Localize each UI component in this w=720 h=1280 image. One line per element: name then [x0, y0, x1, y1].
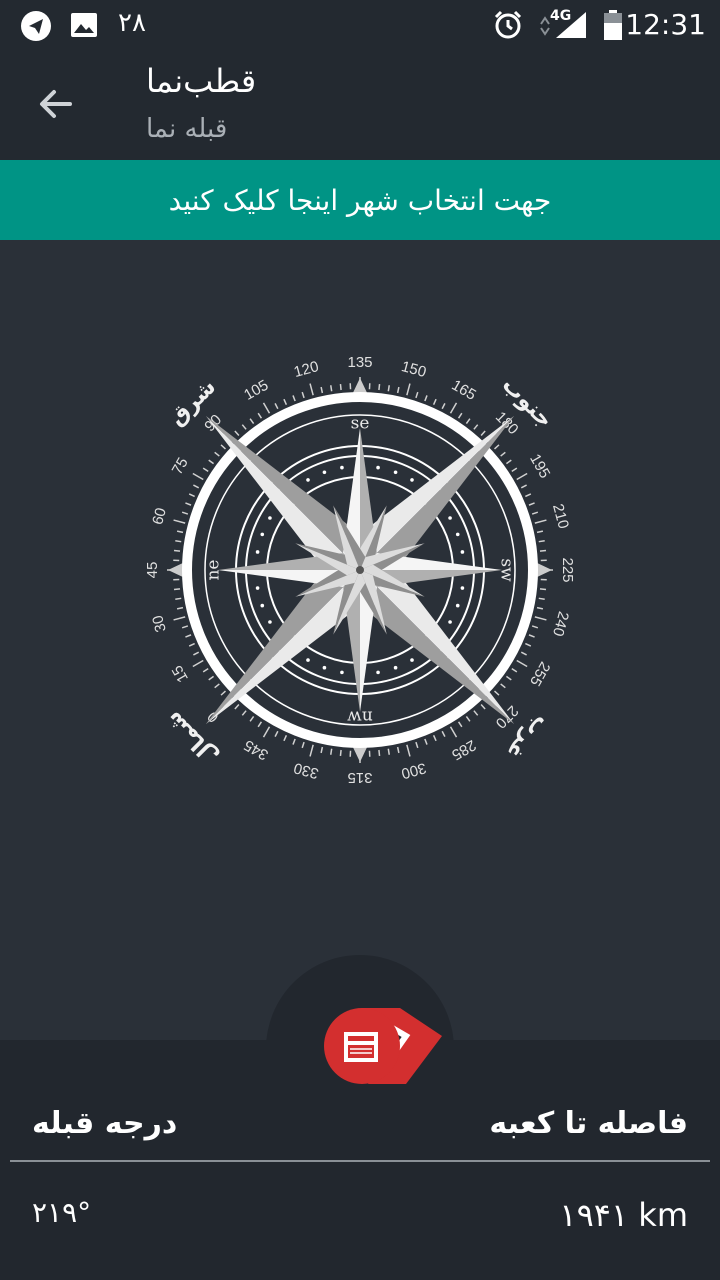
- gallery-icon: [71, 13, 97, 37]
- back-arrow-icon[interactable]: [36, 84, 76, 124]
- status-bar: ۲۸ 4G 12:31: [0, 0, 720, 50]
- banner-text: جهت انتخاب شهر اینجا کلیک کنید: [168, 183, 552, 217]
- alarm-icon: [494, 10, 522, 39]
- cardinal-label: nw: [347, 707, 373, 727]
- page-subtitle: قبله نما: [146, 114, 228, 144]
- degree-label: 300: [399, 759, 428, 782]
- cardinal-label: ne: [204, 559, 224, 580]
- degree-label: 285: [449, 736, 479, 763]
- signal-icon: [540, 12, 586, 38]
- distance-value: ۱۹۴۱ km: [559, 1196, 688, 1234]
- degree-label: 105: [241, 377, 271, 404]
- degree-label: 255: [526, 659, 553, 689]
- degree-label: 330: [292, 759, 321, 782]
- kaaba-direction-icon[interactable]: [322, 1004, 446, 1088]
- degree-label: 240: [549, 609, 572, 638]
- page-title: قطب‌نما: [146, 62, 257, 100]
- degree-label: 345: [241, 736, 271, 763]
- degree-label: 195: [526, 451, 553, 481]
- distance-label: فاصله تا کعبه: [489, 1106, 688, 1141]
- degree-label: 135: [347, 354, 372, 371]
- notification-count: ۲۸: [118, 8, 146, 38]
- degree-label: 75: [169, 455, 192, 478]
- degree-label: 315: [347, 769, 372, 786]
- app-bar: [0, 50, 720, 160]
- battery-icon: [604, 10, 622, 40]
- compass-dial: 1351501651801952102252402552702853003153…: [144, 354, 576, 786]
- qibla-value: ۲۱۹°: [32, 1196, 92, 1229]
- degree-label: 210: [549, 502, 572, 531]
- degree-label: 165: [449, 377, 479, 404]
- cardinal-label: sw: [497, 558, 517, 582]
- degree-label: 120: [292, 358, 321, 381]
- cardinal-label: se: [351, 414, 370, 434]
- clock: 12:31: [625, 8, 706, 41]
- select-city-banner[interactable]: جهت انتخاب شهر اینجا کلیک کنید: [0, 160, 720, 240]
- degree-label: 45: [144, 562, 161, 579]
- degree-label: 225: [559, 557, 576, 582]
- degree-label: 15: [169, 662, 192, 685]
- divider: [10, 1160, 710, 1162]
- degree-label: 30: [149, 613, 170, 634]
- telegram-icon: [21, 11, 51, 41]
- qibla-label: درجه قبله: [32, 1106, 178, 1141]
- degree-label: 60: [149, 506, 170, 527]
- degree-label: 150: [399, 358, 428, 381]
